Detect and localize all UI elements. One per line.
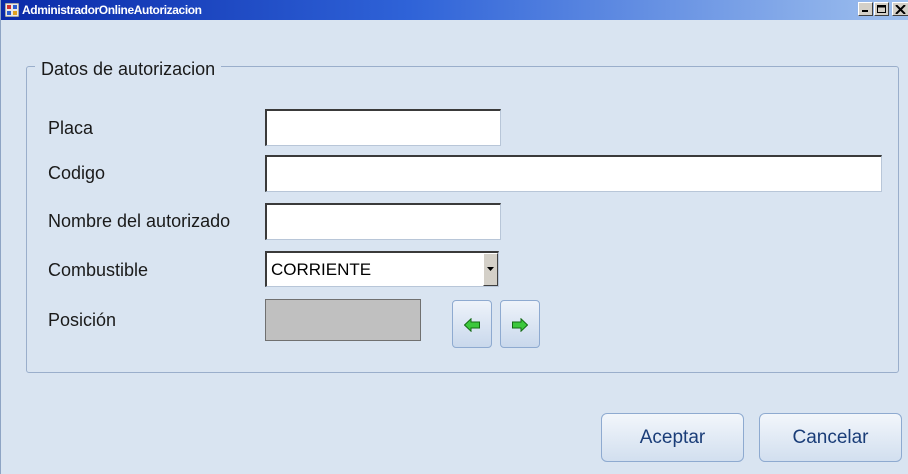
app-icon — [5, 3, 19, 17]
posicion-label: Posición — [48, 310, 117, 330]
window-title: AdministradorOnlineAutorizacion — [22, 3, 202, 17]
nombre-autorizado-input[interactable] — [265, 203, 501, 240]
close-button[interactable] — [892, 2, 908, 16]
cancelar-button[interactable]: Cancelar — [759, 413, 902, 462]
combustible-dropdown-button[interactable] — [483, 253, 498, 286]
codigo-label: Codigo — [48, 163, 106, 183]
nombre-autorizado-label: Nombre del autorizado — [48, 211, 231, 231]
combustible-select[interactable]: CORRIENTE — [265, 251, 499, 287]
minimize-button[interactable] — [858, 2, 873, 16]
placa-label: Placa — [48, 118, 94, 138]
codigo-input[interactable] — [265, 155, 882, 192]
placa-input[interactable] — [265, 109, 501, 146]
title-bar[interactable]: AdministradorOnlineAutorizacion — [1, 0, 908, 20]
maximize-icon — [877, 5, 886, 13]
posicion-display — [265, 299, 421, 341]
next-button[interactable] — [500, 300, 540, 348]
close-icon — [895, 5, 906, 14]
green-left-arrow-icon — [464, 318, 480, 332]
previous-button[interactable] — [452, 300, 492, 348]
maximize-button[interactable] — [874, 2, 889, 16]
app-window: AdministradorOnlineAutorizacion Datos de… — [0, 0, 908, 474]
green-right-arrow-icon — [512, 318, 528, 332]
combustible-selected-value: CORRIENTE — [271, 260, 372, 279]
minimize-icon — [862, 10, 868, 12]
groupbox-title: Datos de autorizacion — [35, 58, 222, 80]
aceptar-button[interactable]: Aceptar — [601, 413, 744, 462]
combustible-label: Combustible — [48, 260, 149, 280]
chevron-down-icon — [487, 267, 494, 271]
